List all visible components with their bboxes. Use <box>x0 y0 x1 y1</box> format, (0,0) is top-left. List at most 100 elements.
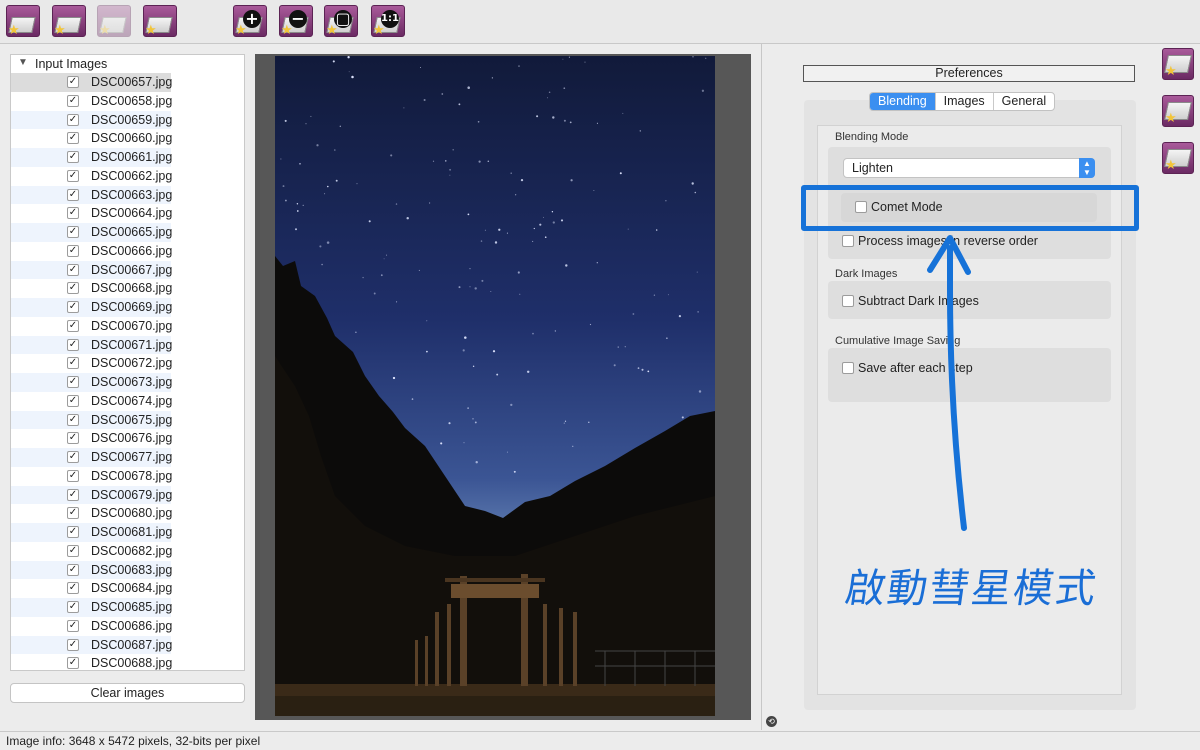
file-row[interactable]: ✓ DSC00671.jpg <box>11 335 244 355</box>
file-row[interactable]: ✓ DSC00679.jpg <box>11 485 244 505</box>
tab-images[interactable]: Images <box>936 93 994 110</box>
file-row[interactable]: ✓ DSC00684.jpg <box>11 579 244 598</box>
file-row[interactable]: ✓ DSC00659.jpg <box>11 110 244 130</box>
file-row[interactable]: ✓ DSC00675.jpg <box>11 410 244 430</box>
export-button[interactable]: ★ <box>143 5 177 37</box>
file-name: DSC00675.jpg <box>91 412 173 427</box>
file-row[interactable]: ✓ DSC00682.jpg <box>11 542 244 561</box>
star-dot <box>403 107 405 109</box>
file-checkbox[interactable]: ✓ <box>67 132 79 145</box>
file-row[interactable]: ✓ DSC00673.jpg <box>11 373 244 392</box>
file-checkbox[interactable]: ✓ <box>67 488 79 501</box>
disclosure-triangle-icon[interactable]: ▼ <box>18 57 28 68</box>
file-row[interactable]: ✓ DSC00685.jpg <box>11 598 244 617</box>
split-divider[interactable] <box>761 44 762 730</box>
file-row[interactable]: ✓ DSC00681.jpg <box>11 523 244 542</box>
file-row[interactable]: ✓ DSC00669.jpg <box>11 298 244 317</box>
input-images-list[interactable]: ▼ Input Images ✓ DSC00657.jpg ✓ DSC00658.jp… <box>10 54 245 671</box>
file-checkbox[interactable]: ✓ <box>67 207 79 220</box>
file-row[interactable]: ✓ DSC00667.jpg <box>11 260 244 280</box>
file-checkbox[interactable]: ✓ <box>67 507 79 520</box>
file-checkbox[interactable]: ✓ <box>67 94 79 107</box>
file-checkbox[interactable]: ✓ <box>67 413 79 426</box>
file-checkbox[interactable]: ✓ <box>67 263 79 276</box>
file-row[interactable]: ✓ DSC00660.jpg <box>11 129 244 148</box>
file-row[interactable]: ✓ DSC00658.jpg <box>11 92 244 111</box>
star-dot <box>299 162 301 165</box>
file-checkbox[interactable]: ✓ <box>67 526 79 538</box>
save-each-step-checkbox[interactable] <box>842 362 854 374</box>
zoom-in-button[interactable]: ★ + <box>233 5 267 37</box>
file-row[interactable]: ✓ DSC00666.jpg <box>11 242 244 261</box>
file-checkbox[interactable]: ✓ <box>67 244 79 257</box>
open-images-button[interactable]: ★ <box>6 5 40 37</box>
file-checkbox[interactable]: ✓ <box>67 188 79 201</box>
blending-mode-select[interactable]: Lighten ▲ ▼ <box>843 158 1095 178</box>
file-row[interactable]: ✓ DSC00677.jpg <box>11 448 244 467</box>
file-checkbox[interactable]: ✓ <box>67 657 79 670</box>
file-row[interactable]: ✓ DSC00661.jpg <box>11 148 244 167</box>
file-name: DSC00681.jpg <box>91 525 173 539</box>
zoom-out-button[interactable]: ★ − <box>279 5 313 37</box>
file-row[interactable]: ✓ DSC00668.jpg <box>11 279 244 298</box>
file-checkbox[interactable]: ✓ <box>67 432 79 445</box>
star-dot <box>593 189 595 191</box>
file-checkbox[interactable]: ✓ <box>67 357 79 370</box>
file-row[interactable]: ✓ DSC00674.jpg <box>11 392 244 411</box>
file-row[interactable]: ✓ DSC00665.jpg <box>11 223 244 242</box>
tab-blending[interactable]: Blending <box>870 93 936 110</box>
file-checkbox[interactable]: ✓ <box>67 394 79 407</box>
file-checkbox[interactable]: ✓ <box>67 226 79 238</box>
file-checkbox[interactable]: ✓ <box>67 582 79 595</box>
file-checkbox[interactable]: ✓ <box>67 338 79 351</box>
star-dot <box>368 220 371 223</box>
tab-general[interactable]: General <box>994 93 1054 110</box>
file-row[interactable]: ✓ DSC00688.jpg <box>11 654 244 670</box>
file-row[interactable]: ✓ DSC00662.jpg <box>11 167 244 186</box>
effects-icon[interactable]: ★ <box>1162 142 1194 174</box>
file-name: DSC00673.jpg <box>91 375 173 389</box>
file-row[interactable]: ✓ DSC00676.jpg <box>11 429 244 448</box>
reverse-order-checkbox[interactable] <box>842 235 854 247</box>
file-checkbox[interactable]: ✓ <box>67 376 79 388</box>
file-checkbox[interactable]: ✓ <box>67 151 79 163</box>
file-row[interactable]: ✓ DSC00657.jpg <box>11 73 244 92</box>
file-row[interactable]: ✓ DSC00678.jpg <box>11 467 244 486</box>
file-checkbox[interactable]: ✓ <box>67 638 79 651</box>
star-dot <box>386 254 388 256</box>
file-checkbox[interactable]: ✓ <box>67 619 79 632</box>
file-checkbox[interactable]: ✓ <box>67 301 79 313</box>
star-dot <box>383 258 385 260</box>
file-checkbox[interactable]: ✓ <box>67 601 79 613</box>
file-row[interactable]: ✓ DSC00663.jpg <box>11 185 244 205</box>
clear-images-button[interactable]: Clear images <box>10 683 245 703</box>
file-checkbox[interactable]: ✓ <box>67 319 79 332</box>
file-checkbox[interactable]: ✓ <box>67 544 79 557</box>
file-checkbox[interactable]: ✓ <box>67 169 79 182</box>
open-dark-images-button[interactable]: ★ <box>52 5 86 37</box>
file-row[interactable]: ✓ DSC00670.jpg <box>11 317 244 336</box>
input-images-header[interactable]: ▼ Input Images <box>11 55 244 73</box>
subtract-dark-checkbox[interactable] <box>842 295 854 307</box>
star-dot <box>624 346 626 348</box>
file-checkbox[interactable]: ✓ <box>67 113 79 126</box>
file-row[interactable]: ✓ DSC00680.jpg <box>11 504 244 523</box>
file-checkbox[interactable]: ✓ <box>67 563 79 576</box>
file-row[interactable]: ✓ DSC00683.jpg <box>11 560 244 580</box>
save-image-button[interactable]: ★ <box>97 5 131 37</box>
resize-handle-icon[interactable]: ⟲ <box>766 716 777 727</box>
file-checkbox[interactable]: ✓ <box>67 469 79 482</box>
zoom-actual-size-button[interactable]: ★ 1:1 <box>371 5 405 37</box>
file-row[interactable]: ✓ DSC00672.jpg <box>11 354 244 373</box>
file-row[interactable]: ✓ DSC00686.jpg <box>11 617 244 636</box>
file-checkbox[interactable]: ✓ <box>67 282 79 295</box>
file-checkbox[interactable]: ✓ <box>67 451 79 463</box>
zoom-fit-button[interactable]: ★ ▢ <box>324 5 358 37</box>
file-row[interactable]: ✓ DSC00687.jpg <box>11 635 244 655</box>
file-row[interactable]: ✓ DSC00664.jpg <box>11 204 244 223</box>
star-dot <box>296 203 299 205</box>
blend-settings-icon[interactable]: ★ <box>1162 48 1194 80</box>
file-checkbox[interactable]: ✓ <box>67 76 79 88</box>
magic-wand-icon[interactable]: ★ <box>1162 95 1194 127</box>
star-dot <box>666 337 668 339</box>
